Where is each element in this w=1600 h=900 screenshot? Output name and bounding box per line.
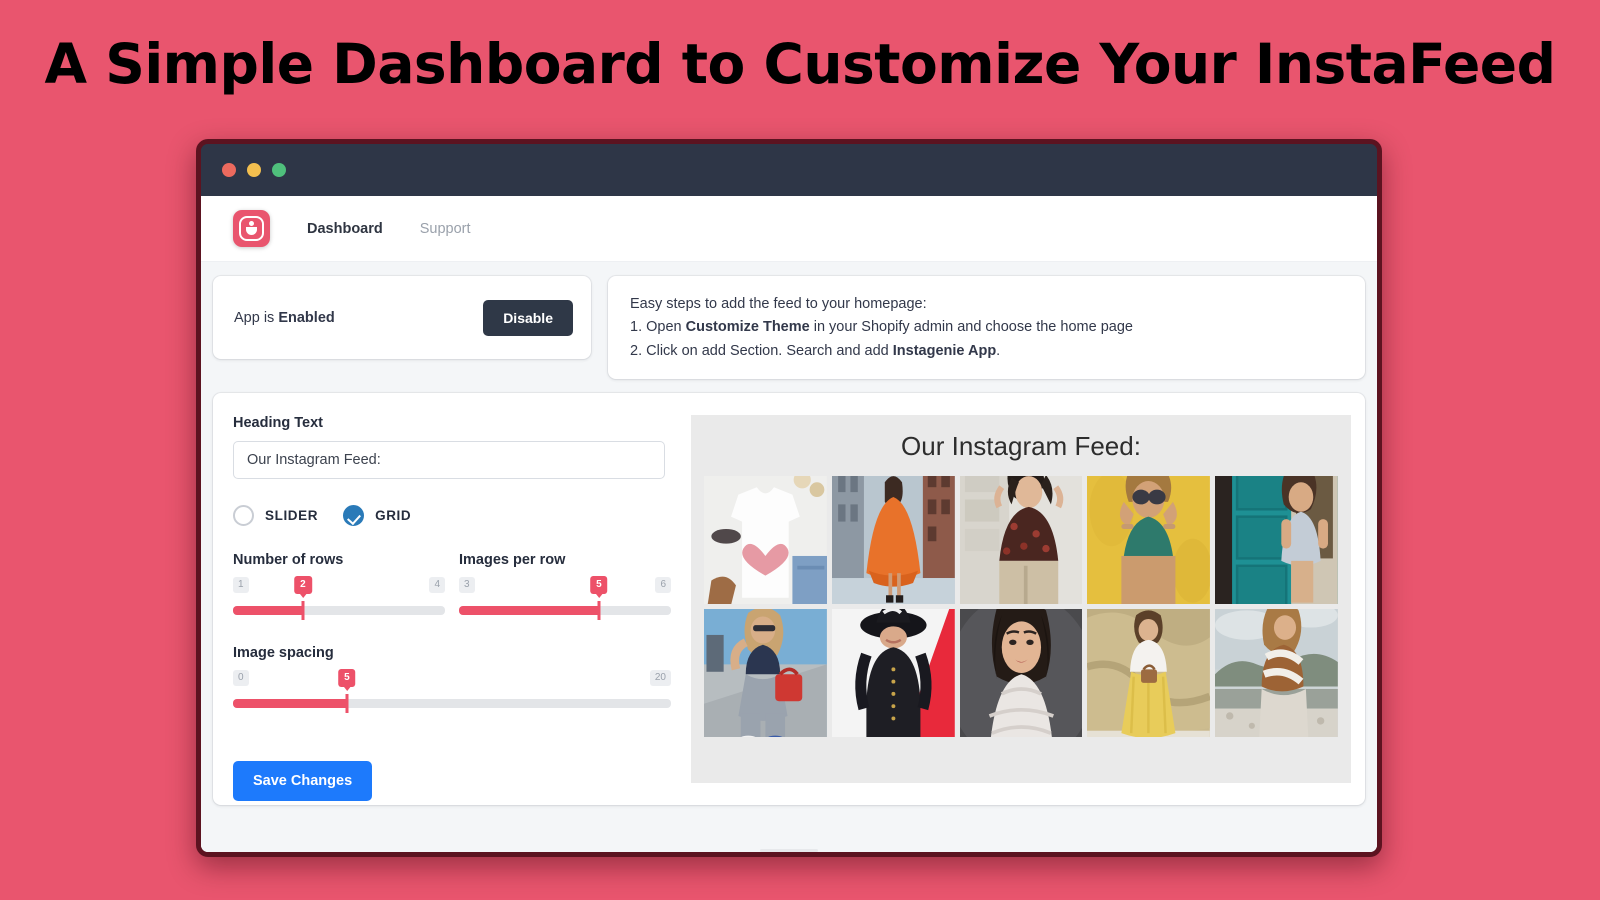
slider-max-label: 20 [649, 670, 671, 687]
scroll-indicator [760, 849, 818, 852]
instructions-step-1: 1. Open Customize Theme in your Shopify … [630, 316, 1343, 339]
status-text: App is Enabled [234, 310, 335, 326]
slider-fill [233, 699, 347, 709]
preview-photo[interactable] [959, 476, 1083, 605]
slider-wrap: 1 4 2 [233, 576, 445, 621]
close-window-icon[interactable] [222, 163, 236, 177]
heading-text-label: Heading Text [233, 415, 323, 432]
nav-item-support[interactable]: Support [420, 221, 471, 237]
radio-slider-label: SLIDER [265, 508, 319, 524]
logo-frame [239, 216, 264, 241]
slider-min-label: 1 [233, 577, 249, 594]
preview-photo[interactable] [1087, 609, 1211, 738]
slider-wrap: 0 20 5 [233, 669, 671, 714]
preview-photo[interactable] [1087, 476, 1211, 605]
instructions-card: Easy steps to add the feed to your homep… [608, 276, 1365, 380]
instructions-step-2: 2. Click on add Section. Search and add … [630, 340, 1343, 363]
slider-title: Number of rows [233, 552, 344, 569]
slider-number-of-rows: Number of rows 1 4 2 [233, 552, 445, 621]
step1-bold: Customize Theme [685, 319, 810, 336]
preview-heading: Our Instagram Feed: [901, 431, 1141, 462]
layout-type-radio-group: SLIDER GRID [233, 505, 671, 527]
slider-handle[interactable] [301, 601, 305, 621]
radio-grid-label: GRID [375, 508, 412, 524]
step2-pre: 2. Click on add Section. Search and add [630, 342, 893, 359]
slider-handle[interactable] [345, 694, 349, 714]
preview-photo[interactable] [1215, 609, 1338, 738]
slider-title: Images per row [459, 552, 566, 569]
step1-post: in your Shopify admin and choose the hom… [809, 319, 1133, 336]
slider-value-bubble: 2 [294, 576, 312, 599]
save-changes-button[interactable]: Save Changes [233, 761, 373, 802]
slider-value-bubble: 5 [338, 669, 356, 692]
preview-photo-grid [704, 476, 1338, 738]
status-badge: Enabled [278, 309, 335, 326]
top-row: App is Enabled Disable Easy steps to add… [213, 276, 1365, 380]
nav-item-dashboard[interactable]: Dashboard [307, 221, 383, 237]
slider-min-label: 0 [233, 670, 249, 687]
slider-track[interactable] [233, 699, 671, 709]
slider-min-label: 3 [459, 577, 475, 594]
slider-track[interactable] [233, 606, 445, 616]
heading-text-input[interactable] [233, 441, 665, 480]
app-navbar: Dashboard Support [201, 196, 1377, 262]
instagenie-logo-icon[interactable] [233, 210, 270, 247]
disable-app-button[interactable]: Disable [483, 299, 573, 336]
maximize-window-icon[interactable] [272, 163, 286, 177]
minimize-window-icon[interactable] [247, 163, 261, 177]
slider-wrap: 3 6 5 [459, 576, 671, 621]
page-body: App is Enabled Disable Easy steps to add… [201, 262, 1377, 852]
slider-title: Image spacing [233, 645, 334, 662]
logo-glyph [246, 220, 257, 235]
preview-photo[interactable] [959, 609, 1083, 738]
slider-images-per-row: Images per row 3 6 5 [459, 552, 671, 621]
slider-row: Number of rows 1 4 2 Images per row 3 6 … [233, 552, 671, 621]
slider-handle[interactable] [597, 601, 601, 621]
slider-fill [459, 606, 599, 616]
preview-photo[interactable] [704, 476, 827, 605]
preview-photo[interactable] [704, 609, 827, 738]
radio-grid[interactable] [343, 505, 365, 527]
step2-bold: Instagenie App [892, 342, 997, 359]
slider-fill [233, 606, 303, 616]
settings-panel: Heading Text SLIDER GRID Number of rows … [231, 415, 671, 802]
nav-links: Dashboard Support [307, 221, 471, 237]
feed-preview-panel: Our Instagram Feed: [691, 415, 1351, 784]
preview-photo[interactable] [831, 609, 955, 738]
window-viewport: Dashboard Support App is Enabled Disable… [201, 196, 1377, 852]
instructions-intro: Easy steps to add the feed to your homep… [630, 296, 927, 312]
status-prefix: App is [234, 309, 279, 326]
step2-post: . [996, 342, 1001, 359]
slider-value-bubble: 5 [590, 576, 608, 599]
window-titlebar [201, 144, 1377, 196]
step1-pre: 1. Open [630, 319, 686, 336]
browser-window: Dashboard Support App is Enabled Disable… [196, 139, 1382, 857]
radio-slider[interactable] [233, 505, 254, 527]
preview-photo[interactable] [831, 476, 955, 605]
preview-photo[interactable] [1215, 476, 1338, 605]
slider-image-spacing: Image spacing 0 20 5 [233, 645, 671, 714]
slider-max-label: 6 [655, 577, 671, 594]
settings-preview-card: Heading Text SLIDER GRID Number of rows … [213, 393, 1365, 806]
page-title: A Simple Dashboard to Customize Your Ins… [44, 32, 1556, 96]
slider-max-label: 4 [429, 577, 445, 594]
slider-track[interactable] [459, 606, 671, 616]
app-status-card: App is Enabled Disable [213, 276, 591, 359]
